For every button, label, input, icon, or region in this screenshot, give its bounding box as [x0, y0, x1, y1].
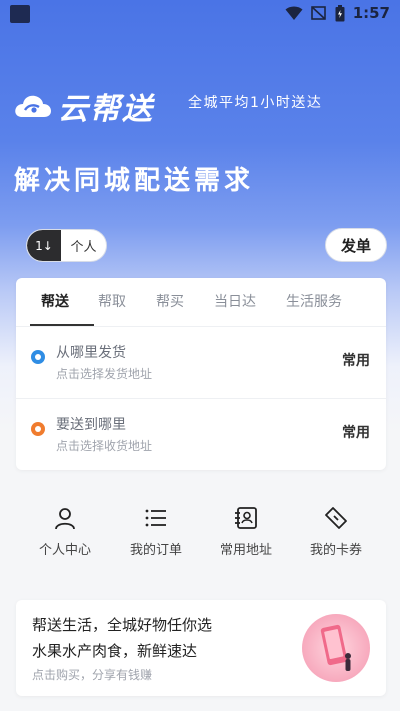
tab-life-services[interactable]: 生活服务: [286, 291, 342, 311]
quick-actions: 个人中心 我的订单 常用地址 我的卡券: [0, 506, 400, 566]
promo-subtitle: 水果水产肉食，新鲜速达: [32, 642, 198, 660]
phone-shopping-illustration: [302, 614, 370, 682]
pickup-title: 从哪里发货: [56, 345, 126, 361]
quick-label: 我的订单: [129, 543, 182, 558]
quick-label: 个人中心: [38, 543, 91, 558]
quick-label: 常用地址: [219, 543, 272, 558]
brand-name: 云帮送: [58, 92, 154, 127]
dropoff-subtitle: 点击选择收货地址: [56, 439, 153, 453]
status-time: 1:57: [352, 4, 390, 22]
dropoff-dot-icon: [31, 422, 45, 436]
quick-label: 我的卡券: [309, 543, 362, 558]
tab-buy[interactable]: 帮买: [156, 291, 184, 311]
brand-logo: 云帮送: [14, 84, 154, 128]
dropoff-common-button[interactable]: 常用: [342, 422, 370, 442]
quick-my-orders[interactable]: 我的订单: [116, 506, 196, 558]
pickup-common-button[interactable]: 常用: [342, 350, 370, 370]
dropoff-address-row[interactable]: 要送到哪里 点击选择收货地址 常用: [16, 398, 386, 470]
no-signal-icon: [310, 6, 326, 20]
promo-hint: 点击购买，分享有钱赚: [32, 668, 153, 682]
quick-personal-center[interactable]: 个人中心: [25, 506, 105, 558]
tab-same-day[interactable]: 当日达: [214, 291, 256, 311]
tab-pickup[interactable]: 帮取: [98, 291, 126, 311]
tab-deliver[interactable]: 帮送: [41, 291, 69, 311]
promo-title: 帮送生活，全城好物任你选: [32, 616, 213, 634]
cloud-logo-icon: [15, 95, 51, 117]
wifi-icon: [285, 6, 303, 20]
dropoff-title: 要送到哪里: [56, 417, 126, 433]
service-tabs: 帮送 帮取 帮买 当日达 生活服务: [16, 278, 386, 326]
ticket-icon: [325, 507, 347, 529]
list-icon: [145, 509, 166, 527]
quick-my-coupons[interactable]: 我的卡券: [296, 506, 376, 558]
toggle-sort-option[interactable]: 1↓: [27, 230, 61, 261]
mode-toggle[interactable]: 1↓ 个人: [26, 229, 107, 262]
toggle-personal-option[interactable]: 个人: [61, 230, 106, 261]
person-icon: [55, 508, 75, 530]
status-bar: 1:57: [0, 0, 400, 28]
status-icons: 1:57: [285, 4, 390, 22]
pickup-dot-icon: [31, 350, 45, 364]
page-headline: 解决同城配送需求: [14, 166, 255, 196]
pickup-address-row[interactable]: 从哪里发货 点击选择发货地址 常用: [16, 326, 386, 398]
brand-slogan: 全城平均1小时送达: [188, 95, 323, 111]
pickup-subtitle: 点击选择发货地址: [56, 367, 153, 381]
promo-banner[interactable]: 帮送生活，全城好物任你选 水果水产肉食，新鲜速达 点击购买，分享有钱赚: [16, 600, 386, 696]
notification-icon: [10, 5, 30, 23]
battery-icon: [335, 4, 345, 21]
quick-common-addresses[interactable]: 常用地址: [206, 506, 286, 558]
address-book-icon: [235, 507, 257, 529]
send-order-button[interactable]: 发单: [325, 228, 387, 262]
delivery-card: 帮送 帮取 帮买 当日达 生活服务 从哪里发货 点击选择发货地址 常用 要送到哪…: [16, 278, 386, 470]
